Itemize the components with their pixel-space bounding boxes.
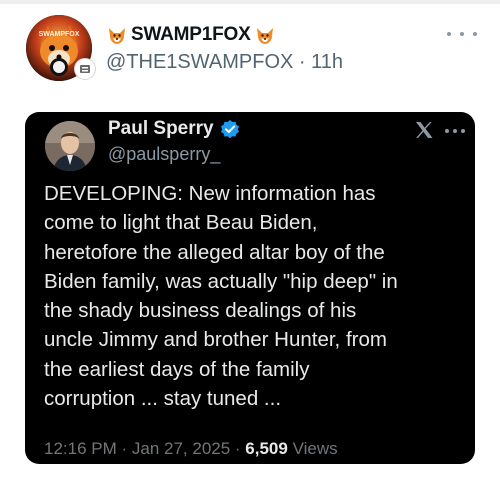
meta-separator: · <box>116 439 132 458</box>
views-count: 6,509 <box>245 439 288 458</box>
handle-separator: · <box>293 51 312 73</box>
embedded-tweet-meta: 12:16 PM · Jan 27, 2025 · 6,509 Views <box>44 439 338 459</box>
embedded-tweet-image[interactable]: Paul Sperry @paulsperry_ DEVELOPING: New… <box>25 112 475 464</box>
svg-text:SWAMPFOX: SWAMPFOX <box>39 31 80 38</box>
author-handle-row: @THE1SWAMPFOX · 11h <box>106 51 343 74</box>
embedded-tweet-date: Jan 27, 2025 <box>131 439 231 458</box>
fox-icon <box>106 24 128 46</box>
verified-check-icon <box>220 119 240 139</box>
embedded-author-avatar <box>45 121 95 171</box>
verified-org-badge-icon <box>74 58 96 80</box>
fox-icon <box>254 24 276 46</box>
meta-separator: · <box>230 439 246 458</box>
post: SWAMPFOX SWAMP1FOX @THE1SWAMPFOX · 11h P… <box>0 0 500 485</box>
post-time-ago[interactable]: 11h <box>311 51 343 73</box>
embedded-tweet-text: DEVELOPING: New information has come to … <box>44 182 398 411</box>
author-handle[interactable]: @THE1SWAMPFOX <box>106 51 293 73</box>
x-logo-icon <box>413 119 435 141</box>
more-options-icon <box>445 128 465 134</box>
embedded-author-name: Paul Sperry <box>108 117 240 141</box>
embedded-tweet-time: 12:16 PM <box>44 439 117 458</box>
embedded-author-handle: @paulsperry_ <box>108 144 221 164</box>
embedded-author-name-text: Paul Sperry <box>108 118 214 139</box>
views-label: Views <box>287 439 338 458</box>
more-options-icon[interactable] <box>447 26 477 42</box>
display-name-text: SWAMP1FOX <box>131 24 251 45</box>
author-display-name[interactable]: SWAMP1FOX <box>106 22 276 48</box>
